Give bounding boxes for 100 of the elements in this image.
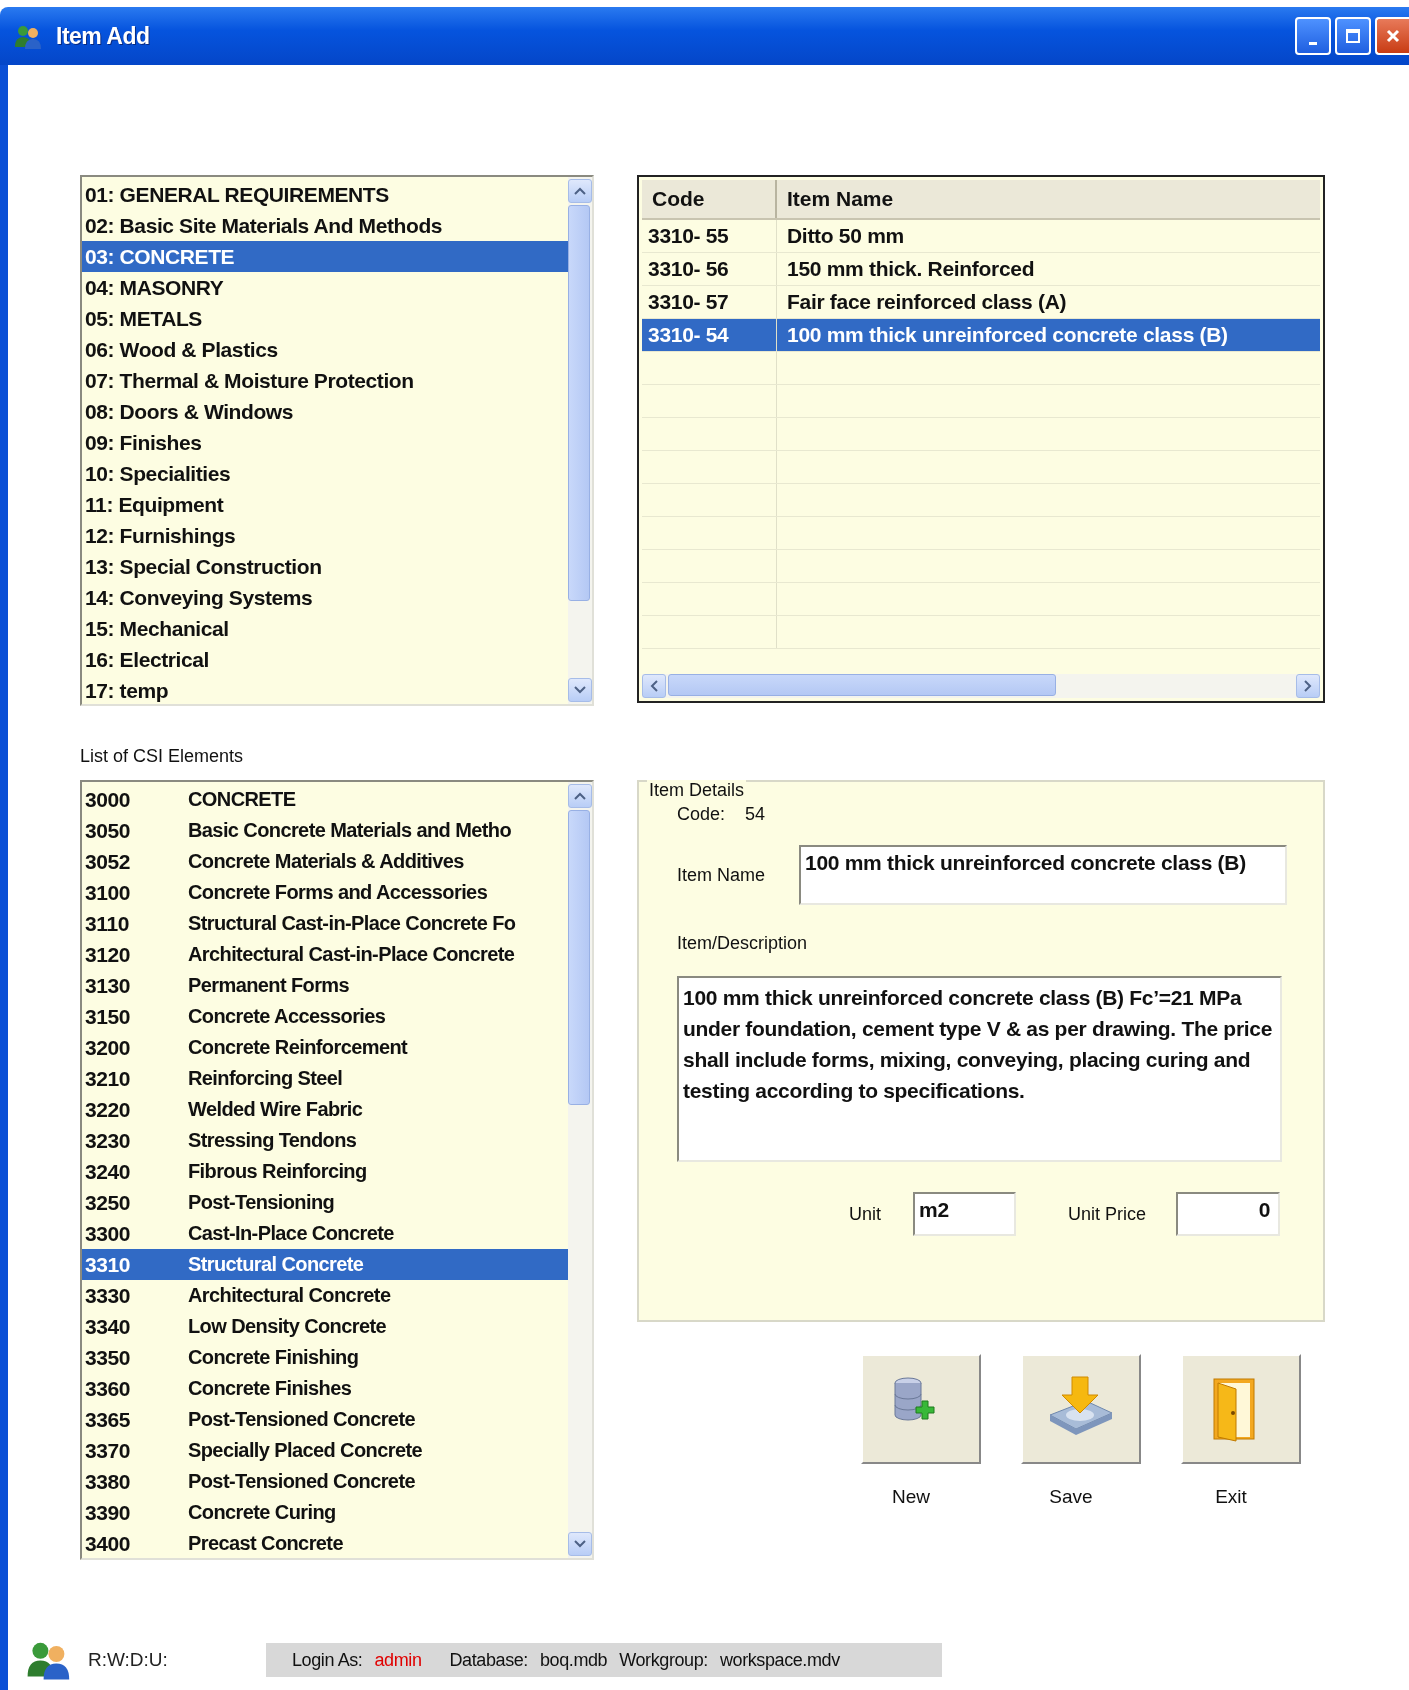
code-value: 54: [745, 804, 766, 825]
exit-button[interactable]: [1181, 1354, 1301, 1464]
list-item[interactable]: 3120 Architectural Cast-in-Place Concrete: [82, 939, 568, 970]
list-item[interactable]: 3100 Concrete Forms and Accessories: [82, 877, 568, 908]
list-item[interactable]: 02: Basic Site Materials And Methods: [82, 210, 568, 241]
list-item[interactable]: 3360 Concrete Finishes: [82, 1373, 568, 1404]
list-item[interactable]: 07: Thermal & Moisture Protection: [82, 365, 568, 396]
save-button[interactable]: [1021, 1354, 1141, 1464]
table-cell-text: 100 mm thick unreinforced concrete class (B): [786, 322, 1229, 348]
list-item[interactable]: 10: Specialities: [82, 458, 568, 489]
scroll-down-button[interactable]: [568, 678, 592, 702]
element-code: 3150: [85, 1004, 132, 1030]
list-item[interactable]: 01: GENERAL REQUIREMENTS: [82, 179, 568, 210]
table-cell: 3310- 57: [642, 286, 777, 318]
button-caption: Exit: [1215, 1486, 1247, 1508]
vertical-scrollbar[interactable]: [568, 177, 592, 704]
list-item[interactable]: 3365 Post-Tensioned Concrete: [82, 1404, 568, 1435]
element-code: 3130: [85, 973, 132, 999]
scroll-left-button[interactable]: [642, 674, 666, 698]
list-item[interactable]: 06: Wood & Plastics: [82, 334, 568, 365]
list-item[interactable]: 09: Finishes: [82, 427, 568, 458]
maximize-icon: [1345, 28, 1361, 44]
list-item[interactable]: 04: MASONRY: [82, 272, 568, 303]
list-item[interactable]: 3390 Concrete Curing: [82, 1497, 568, 1528]
element-name: Post-Tensioned Concrete: [188, 1469, 415, 1494]
scroll-thumb[interactable]: [568, 205, 590, 601]
element-name: Concrete Accessories: [188, 1004, 386, 1029]
element-name: Specially Placed Concrete: [188, 1438, 422, 1463]
new-button[interactable]: [861, 1354, 981, 1464]
list-item[interactable]: 3230 Stressing Tendons: [82, 1125, 568, 1156]
element-name: Low Density Concrete: [188, 1314, 387, 1339]
column-header[interactable]: Item Name: [777, 180, 1320, 218]
list-item[interactable]: 3200 Concrete Reinforcement: [82, 1032, 568, 1063]
list-item[interactable]: 12: Furnishings: [82, 520, 568, 551]
list-item[interactable]: 03: CONCRETE: [82, 241, 568, 272]
column-header[interactable]: Code: [642, 180, 777, 218]
list-item[interactable]: 3240 Fibrous Reinforcing: [82, 1156, 568, 1187]
list-item[interactable]: 3000 CONCRETE: [82, 784, 568, 815]
list-item[interactable]: 15: Mechanical: [82, 613, 568, 644]
list-item[interactable]: 3250 Post-Tensioning: [82, 1187, 568, 1218]
table-cell: 3310- 56: [642, 253, 777, 285]
list-item[interactable]: 3220 Welded Wire Fabric: [82, 1094, 568, 1125]
element-name: Concrete Forms and Accessories: [188, 880, 488, 905]
list-item[interactable]: 05: METALS: [82, 303, 568, 334]
element-name: Cast-In-Place Concrete: [188, 1221, 394, 1246]
unit-field[interactable]: m2: [913, 1192, 1016, 1236]
element-code: 3220: [85, 1097, 132, 1123]
close-button[interactable]: [1375, 17, 1409, 55]
element-code: 3200: [85, 1035, 132, 1061]
list-item[interactable]: 3400 Precast Concrete: [82, 1528, 568, 1559]
table-row[interactable]: 3310- 54 100 mm thick unreinforced concrete class (B): [642, 319, 1320, 352]
element-code: 3000: [85, 787, 132, 813]
element-code: 3230: [85, 1128, 132, 1154]
list-item[interactable]: 14: Conveying Systems: [82, 582, 568, 613]
maximize-button[interactable]: [1335, 17, 1371, 55]
list-item[interactable]: 3330 Architectural Concrete: [82, 1280, 568, 1311]
element-code: 3100: [85, 880, 132, 906]
list-item[interactable]: 13: Special Construction: [82, 551, 568, 582]
element-code: 3330: [85, 1283, 132, 1309]
list-item[interactable]: 3130 Permanent Forms: [82, 970, 568, 1001]
element-name: Concrete Materials & Additives: [188, 849, 464, 874]
table-row[interactable]: 3310- 56 150 mm thick. Reinforced: [642, 253, 1320, 286]
list-item[interactable]: 08: Doors & Windows: [82, 396, 568, 427]
element-name: Fibrous Reinforcing: [188, 1159, 367, 1184]
scroll-right-button[interactable]: [1296, 674, 1320, 698]
list-item[interactable]: 3050 Basic Concrete Materials and Metho: [82, 815, 568, 846]
table-row[interactable]: 3310- 55 Ditto 50 mm: [642, 220, 1320, 253]
unit-price-field[interactable]: 0: [1176, 1192, 1281, 1236]
item-name-field[interactable]: 100 mm thick unreinforced concrete class (B): [799, 845, 1287, 905]
list-item[interactable]: 3310 Structural Concrete: [82, 1249, 568, 1280]
scroll-up-button[interactable]: [568, 784, 592, 808]
list-item[interactable]: 3340 Low Density Concrete: [82, 1311, 568, 1342]
list-item[interactable]: 3052 Concrete Materials & Additives: [82, 846, 568, 877]
permissions-text: R:W:D:U:: [88, 1649, 169, 1671]
list-item[interactable]: 16: Electrical: [82, 644, 568, 675]
scroll-thumb[interactable]: [668, 674, 1057, 696]
scroll-up-button[interactable]: [568, 179, 592, 203]
list-item[interactable]: 11: Equipment: [82, 489, 568, 520]
element-name: Post-Tensioned Concrete: [188, 1407, 415, 1432]
description-field[interactable]: 100 mm thick unreinforced concrete class (B) Fc’=21 MPa under foundation, cement type V & as per drawing. The price shall include forms, mixing, conveying, placing curing and testing according to specifications.: [677, 976, 1282, 1162]
element-name: Architectural Cast-in-Place Concrete: [188, 942, 515, 967]
list-item[interactable]: 3380 Post-Tensioned Concrete: [82, 1466, 568, 1497]
scroll-down-button[interactable]: [568, 1532, 592, 1556]
scroll-thumb[interactable]: [568, 810, 590, 1106]
list-item[interactable]: 3300 Cast-In-Place Concrete: [82, 1218, 568, 1249]
list-caption: List of CSI Elements: [80, 746, 245, 768]
list-item[interactable]: 3370 Specially Placed Concrete: [82, 1435, 568, 1466]
element-name: CONCRETE: [188, 787, 296, 812]
list-item[interactable]: 17: temp: [82, 675, 568, 706]
list-item[interactable]: 3210 Reinforcing Steel: [82, 1063, 568, 1094]
list-item[interactable]: 3350 Concrete Finishing: [82, 1342, 568, 1373]
left-caret-icon: [650, 680, 658, 692]
horizontal-scrollbar[interactable]: [642, 674, 1320, 698]
list-item[interactable]: 3150 Concrete Accessories: [82, 1001, 568, 1032]
vertical-scrollbar[interactable]: [568, 782, 592, 1558]
list-item[interactable]: 3110 Structural Cast-in-Place Concrete Fo: [82, 908, 568, 939]
login-user: admin: [374, 1649, 422, 1671]
minimize-button[interactable]: [1295, 17, 1331, 55]
button-caption: Save: [1049, 1486, 1093, 1508]
element-code: 3380: [85, 1469, 132, 1495]
